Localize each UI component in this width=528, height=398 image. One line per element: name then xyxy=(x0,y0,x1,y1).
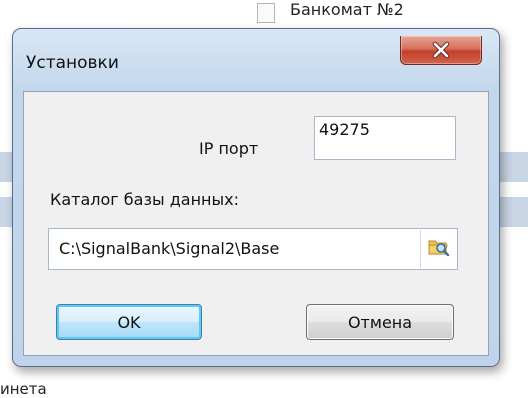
dialog-title: Установки xyxy=(26,53,119,73)
close-button[interactable] xyxy=(400,36,482,65)
database-path-field[interactable]: C:\SignalBank\Signal2\Base xyxy=(48,228,458,270)
ok-button[interactable]: OK xyxy=(56,304,202,340)
database-catalog-label: Каталог базы данных: xyxy=(50,190,239,209)
background-checkbox[interactable] xyxy=(257,3,275,23)
database-path-text: C:\SignalBank\Signal2\Base xyxy=(59,239,280,258)
browse-folder-button[interactable] xyxy=(420,230,456,268)
folder-search-icon xyxy=(428,237,450,261)
background-label: инета xyxy=(0,380,47,398)
ip-port-value: 49275 xyxy=(319,120,370,139)
background-list-item: Банкомат №2 xyxy=(290,0,404,19)
settings-dialog: Установки IP порт 49275 Каталог базы дан… xyxy=(12,28,500,367)
dialog-content: IP порт 49275 Каталог базы данных: C:\Si… xyxy=(23,91,489,356)
close-icon xyxy=(401,36,481,64)
cancel-button[interactable]: Отмена xyxy=(306,304,454,340)
ip-port-label: IP порт xyxy=(199,139,259,158)
